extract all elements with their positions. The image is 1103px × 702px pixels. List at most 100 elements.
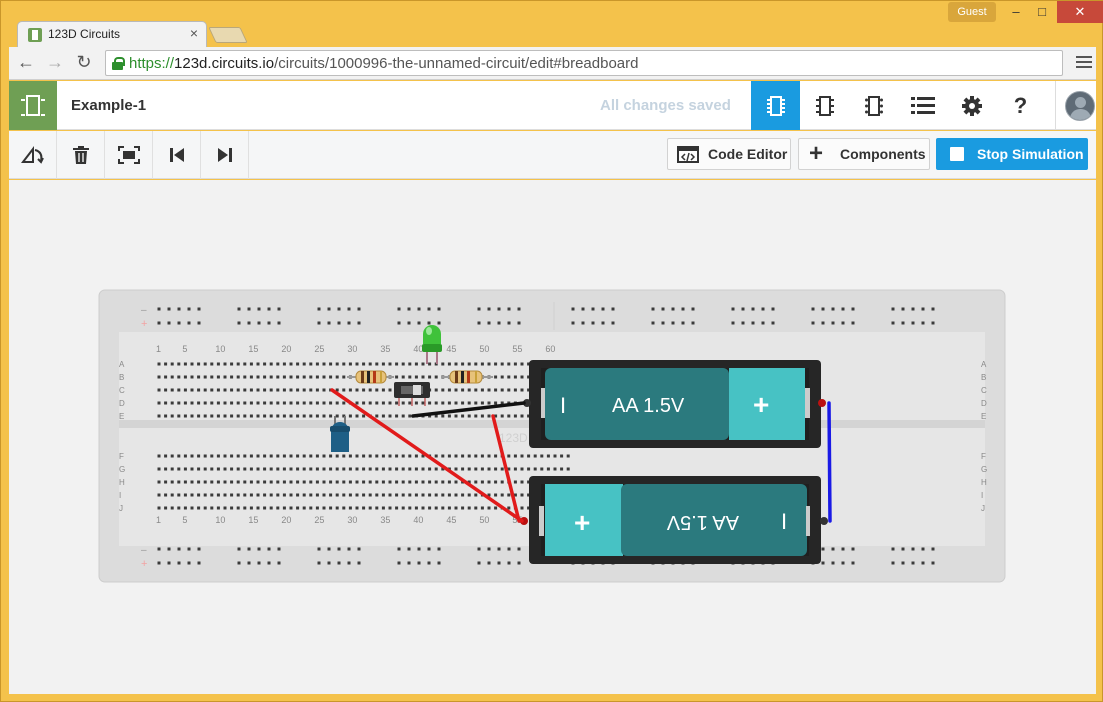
rail-hole[interactable]: [407, 547, 411, 551]
breadboard-hole[interactable]: [282, 414, 286, 418]
breadboard-hole[interactable]: [447, 414, 451, 418]
breadboard-hole[interactable]: [183, 362, 187, 366]
breadboard-hole[interactable]: [289, 401, 293, 405]
breadboard-hole[interactable]: [256, 467, 260, 471]
breadboard-hole[interactable]: [177, 467, 181, 471]
breadboard-hole[interactable]: [282, 467, 286, 471]
breadboard-hole[interactable]: [157, 375, 161, 379]
breadboard-hole[interactable]: [329, 401, 333, 405]
rail-hole[interactable]: [751, 321, 755, 325]
address-bar[interactable]: https://123d.circuits.io/circuits/100099…: [105, 50, 1063, 76]
rail-hole[interactable]: [611, 321, 615, 325]
breadboard-hole[interactable]: [342, 388, 346, 392]
breadboard-hole[interactable]: [414, 375, 418, 379]
breadboard-view-button[interactable]: [751, 81, 800, 130]
breadboard-hole[interactable]: [322, 506, 326, 510]
pcb-view-button[interactable]: [849, 81, 898, 130]
breadboard-hole[interactable]: [203, 401, 207, 405]
breadboard-hole[interactable]: [296, 506, 300, 510]
breadboard-hole[interactable]: [223, 401, 227, 405]
breadboard-hole[interactable]: [263, 493, 267, 497]
breadboard-hole[interactable]: [263, 362, 267, 366]
battery-holder-bottom[interactable]: + AA 1.5V I: [520, 476, 828, 564]
breadboard-hole[interactable]: [507, 388, 511, 392]
breadboard-hole[interactable]: [342, 375, 346, 379]
breadboard-hole[interactable]: [322, 375, 326, 379]
breadboard-hole[interactable]: [190, 493, 194, 497]
breadboard-hole[interactable]: [170, 375, 174, 379]
breadboard-hole[interactable]: [289, 375, 293, 379]
breadboard-hole[interactable]: [434, 401, 438, 405]
rail-hole[interactable]: [277, 547, 281, 551]
breadboard-hole[interactable]: [302, 362, 306, 366]
schematic-view-button[interactable]: [800, 81, 849, 130]
rail-hole[interactable]: [197, 547, 201, 551]
breadboard-hole[interactable]: [157, 506, 161, 510]
rail-hole[interactable]: [911, 307, 915, 311]
breadboard-hole[interactable]: [269, 480, 273, 484]
breadboard-hole[interactable]: [197, 388, 201, 392]
breadboard-hole[interactable]: [263, 375, 267, 379]
breadboard-hole[interactable]: [348, 467, 352, 471]
back-arrow-icon[interactable]: ←: [15, 52, 37, 73]
rail-hole[interactable]: [571, 321, 575, 325]
breadboard-hole[interactable]: [164, 375, 168, 379]
breadboard-hole[interactable]: [474, 506, 478, 510]
breadboard-hole[interactable]: [210, 454, 214, 458]
breadboard-hole[interactable]: [164, 467, 168, 471]
rail-hole[interactable]: [581, 321, 585, 325]
rail-hole[interactable]: [611, 307, 615, 311]
breadboard-hole[interactable]: [170, 480, 174, 484]
breadboard-hole[interactable]: [441, 480, 445, 484]
breadboard-hole[interactable]: [533, 467, 537, 471]
rail-hole[interactable]: [267, 547, 271, 551]
breadboard-hole[interactable]: [368, 388, 372, 392]
breadboard-hole[interactable]: [256, 506, 260, 510]
breadboard-hole[interactable]: [276, 480, 280, 484]
breadboard-hole[interactable]: [203, 493, 207, 497]
breadboard-hole[interactable]: [329, 454, 333, 458]
breadboard-hole[interactable]: [434, 467, 438, 471]
breadboard-hole[interactable]: [243, 401, 247, 405]
breadboard-hole[interactable]: [414, 493, 418, 497]
breadboard-hole[interactable]: [507, 414, 511, 418]
breadboard-hole[interactable]: [513, 480, 517, 484]
breadboard-hole[interactable]: [197, 467, 201, 471]
breadboard-hole[interactable]: [507, 493, 511, 497]
breadboard-hole[interactable]: [276, 401, 280, 405]
components-list-view-button[interactable]: [898, 81, 947, 130]
rail-hole[interactable]: [601, 307, 605, 311]
breadboard-hole[interactable]: [401, 454, 405, 458]
rail-hole[interactable]: [317, 307, 321, 311]
breadboard-hole[interactable]: [428, 480, 432, 484]
breadboard-hole[interactable]: [401, 493, 405, 497]
rail-hole[interactable]: [497, 307, 501, 311]
breadboard-hole[interactable]: [256, 362, 260, 366]
rail-hole[interactable]: [177, 321, 181, 325]
rail-hole[interactable]: [167, 547, 171, 551]
rail-hole[interactable]: [931, 321, 935, 325]
breadboard-hole[interactable]: [256, 480, 260, 484]
breadboard-hole[interactable]: [401, 414, 405, 418]
breadboard-hole[interactable]: [216, 388, 220, 392]
breadboard-hole[interactable]: [348, 506, 352, 510]
rail-hole[interactable]: [671, 321, 675, 325]
breadboard-hole[interactable]: [309, 493, 313, 497]
rail-hole[interactable]: [187, 321, 191, 325]
rail-hole[interactable]: [517, 547, 521, 551]
breadboard-hole[interactable]: [362, 506, 366, 510]
breadboard-hole[interactable]: [282, 506, 286, 510]
breadboard-hole[interactable]: [500, 375, 504, 379]
breadboard-hole[interactable]: [315, 467, 319, 471]
breadboard-hole[interactable]: [487, 388, 491, 392]
rail-hole[interactable]: [771, 321, 775, 325]
breadboard-hole[interactable]: [230, 454, 234, 458]
breadboard-hole[interactable]: [203, 480, 207, 484]
breadboard-hole[interactable]: [190, 414, 194, 418]
rail-hole[interactable]: [487, 321, 491, 325]
step-back-button[interactable]: [153, 131, 201, 179]
breadboard-hole[interactable]: [164, 388, 168, 392]
breadboard-hole[interactable]: [368, 454, 372, 458]
rail-hole[interactable]: [357, 561, 361, 565]
breadboard-hole[interactable]: [454, 480, 458, 484]
